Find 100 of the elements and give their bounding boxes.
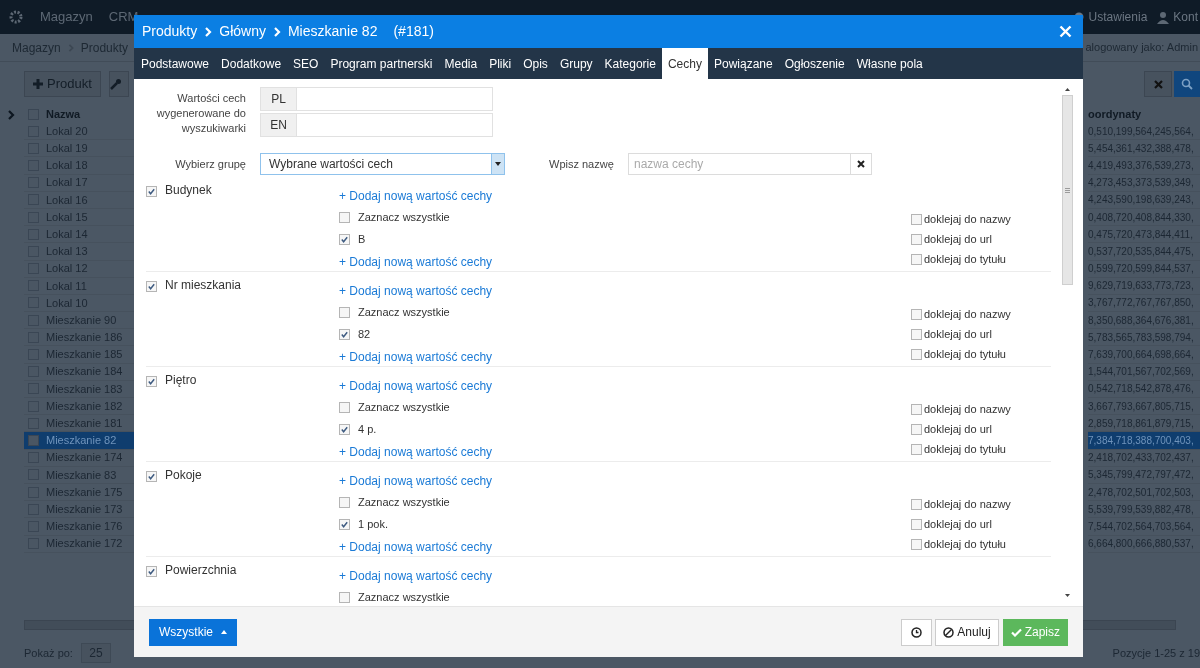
tab[interactable]: Program partnerski [324, 48, 439, 79]
tab[interactable]: SEO [287, 48, 325, 79]
add-value-link[interactable]: + Dodaj nową wartość cechy [339, 472, 493, 490]
checkbox[interactable] [911, 309, 922, 320]
vertical-scrollbar[interactable] [1062, 85, 1073, 600]
checkbox[interactable] [911, 329, 922, 340]
checkbox[interactable] [146, 566, 157, 577]
checkbox-label: doklejaj do tytułu [924, 252, 1006, 268]
add-value-link[interactable]: + Dodaj nową wartość cechy [339, 538, 493, 556]
checkbox[interactable] [28, 434, 39, 446]
checkbox-label: Zaznacz wszystkie [358, 495, 450, 510]
add-value-link[interactable]: + Dodaj nową wartość cechy [339, 282, 493, 300]
column-header[interactable]: Nazwa [46, 106, 81, 123]
checkbox[interactable] [339, 306, 350, 318]
checkbox[interactable] [911, 254, 922, 265]
checkbox[interactable] [339, 233, 350, 245]
checkbox-label: Zaznacz wszystkie [358, 210, 450, 225]
modal-breadcrumb-item: Główny [219, 22, 266, 41]
menu-button[interactable]: Wszystkie [149, 618, 237, 646]
modal-breadcrumb-item: Mieszkanie 82 [287, 22, 378, 41]
dropdown-button[interactable] [491, 154, 504, 174]
clock-icon [911, 626, 923, 638]
checkbox[interactable] [911, 404, 922, 415]
add-value-link[interactable]: + Dodaj nową wartość cechy [339, 567, 493, 585]
search-button[interactable] [1174, 71, 1200, 97]
language-code: PL [261, 88, 297, 110]
ban-icon [943, 626, 955, 638]
checkbox[interactable] [146, 186, 157, 197]
language-input-field[interactable]: PL [260, 87, 493, 111]
checkbox-label: doklejaj do tytułu [924, 442, 1006, 458]
nav-item[interactable]: Kont [1157, 8, 1198, 26]
plus-icon [33, 79, 43, 89]
checkbox[interactable] [339, 211, 350, 223]
checkbox-label: doklejaj do nazwy [924, 212, 1011, 228]
user-icon [1157, 10, 1170, 24]
checkbox-label: Zaznacz wszystkie [358, 590, 450, 605]
tab[interactable]: Media [438, 48, 484, 79]
add-value-link[interactable]: + Dodaj nową wartość cechy [339, 187, 493, 205]
checkbox[interactable] [339, 401, 350, 413]
tab[interactable]: Ogłoszenie [778, 48, 851, 79]
checkbox-label: doklejaj do url [924, 232, 992, 248]
checkbox[interactable] [339, 518, 350, 530]
column-header[interactable]: oordynaty [1088, 106, 1142, 123]
close-button[interactable] [1057, 23, 1073, 40]
checkbox[interactable] [339, 496, 350, 508]
add-value-link[interactable]: + Dodaj nową wartość cechy [339, 253, 493, 271]
table-row[interactable]: Mieszkanie 82 [24, 432, 134, 450]
checkbox[interactable] [911, 424, 922, 435]
checkbox[interactable] [911, 349, 922, 360]
checkbox[interactable] [146, 281, 157, 292]
checkbox-label: doklejaj do url [924, 517, 992, 533]
checkbox-label: doklejaj do tytułu [924, 537, 1006, 553]
language-code: EN [261, 114, 297, 136]
group-select[interactable]: Wybrane wartości cech [260, 153, 505, 175]
checkbox[interactable] [911, 234, 922, 245]
add-value-link[interactable]: + Dodaj nową wartość cechy [339, 348, 493, 366]
history-button[interactable] [901, 618, 933, 646]
checkbox[interactable] [146, 376, 157, 387]
tab[interactable]: Cechy [661, 48, 708, 79]
feature-name: Piętro [165, 372, 197, 389]
close-icon [1058, 25, 1072, 38]
chevron-right-icon [203, 26, 214, 37]
caret-down-icon [495, 162, 501, 166]
add-value-link[interactable]: + Dodaj nową wartość cechy [339, 443, 493, 461]
tools-button[interactable] [108, 71, 129, 97]
tab[interactable]: Dodatkowe [215, 48, 288, 79]
expand-icon [6, 110, 16, 120]
checkbox[interactable] [339, 591, 350, 603]
name-search-field[interactable]: nazwa cechy [628, 153, 851, 175]
tab[interactable]: Kategorie [598, 48, 662, 79]
save-button[interactable]: Zapisz [1002, 618, 1068, 646]
logo-icon [8, 9, 24, 25]
tab[interactable]: Powiązane [707, 48, 779, 79]
add-value-link[interactable]: + Dodaj nową wartość cechy [339, 377, 493, 395]
wrench-icon [109, 78, 122, 90]
tab[interactable]: Pliki [483, 48, 518, 79]
close-icon [857, 160, 865, 168]
checkbox[interactable] [911, 539, 922, 550]
field-label: Wartości cech wygenerowane do wyszukiwarki [155, 91, 246, 136]
checkbox[interactable] [339, 423, 350, 435]
checkbox[interactable] [911, 519, 922, 530]
checkbox[interactable] [146, 471, 157, 482]
language-input-field[interactable]: EN [260, 113, 493, 137]
checkbox-label: Zaznacz wszystkie [358, 305, 450, 320]
tab[interactable]: Własne pola [850, 48, 929, 79]
tab[interactable]: Podstawowe [135, 48, 216, 79]
cancel-button[interactable]: Anuluj [935, 618, 999, 646]
feature-name: Powierzchnia [165, 562, 237, 579]
checkbox[interactable] [911, 444, 922, 455]
checkbox[interactable] [911, 214, 922, 225]
modal-breadcrumb-item: Produkty [142, 22, 198, 41]
nav-item[interactable]: Magazyn [40, 7, 93, 27]
tab[interactable]: Grupy [553, 48, 599, 79]
checkbox-label: doklejaj do nazwy [924, 497, 1011, 513]
checkbox-label: doklejaj do tytułu [924, 347, 1006, 363]
scrollbar-thumb[interactable] [1062, 95, 1073, 285]
checkbox[interactable] [911, 499, 922, 510]
checkbox[interactable] [339, 328, 350, 340]
feature-name: Pokoje [165, 467, 202, 484]
tab[interactable]: Opis [517, 48, 554, 79]
